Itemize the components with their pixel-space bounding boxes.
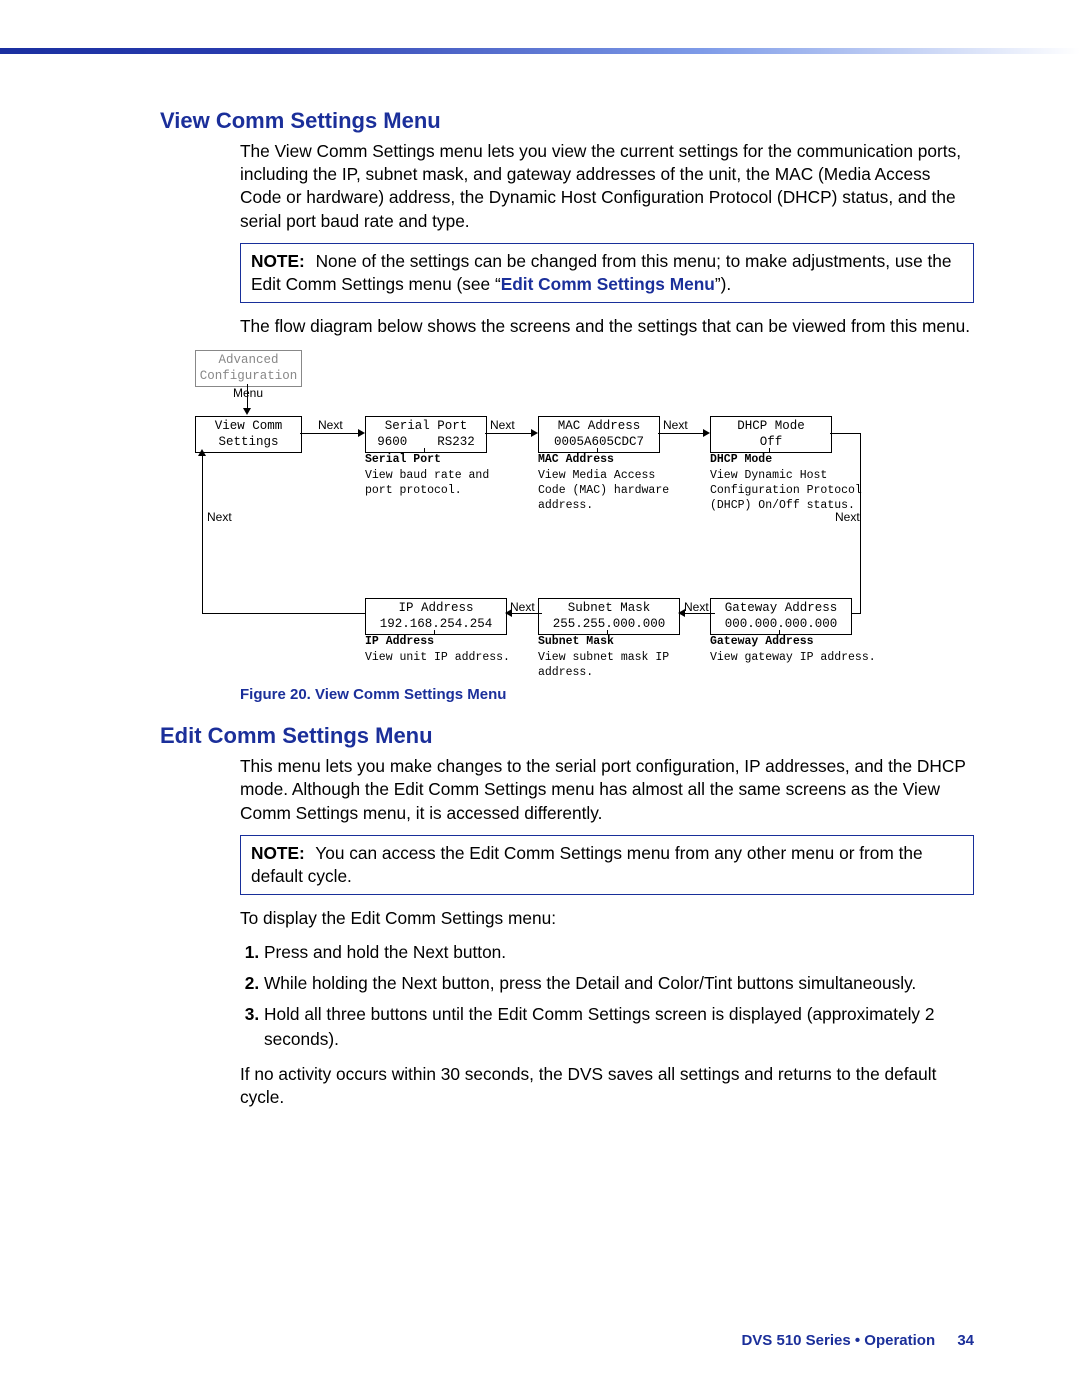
box-dhcp: DHCP ModeOff (710, 416, 832, 453)
link-edit-comm-settings[interactable]: Edit Comm Settings Menu (501, 274, 715, 294)
subnet-title: Subnet Mask (538, 635, 614, 648)
dhcp-title: DHCP Mode (710, 453, 772, 466)
ip-title: IP Address (365, 635, 434, 648)
serial-port-title: Serial Port (365, 453, 441, 466)
p-display-intro: To display the Edit Comm Settings menu: (160, 907, 974, 930)
p-edit-comm-intro: This menu lets you make changes to the s… (160, 755, 974, 825)
page-number: 34 (957, 1332, 974, 1349)
lbl-next-right: Next (835, 510, 860, 524)
gateway-desc: View gateway IP address. (710, 651, 876, 664)
note-label-1: NOTE: (251, 251, 305, 271)
header-gradient-bar (0, 48, 1080, 54)
figure-caption: Figure 20. View Comm Settings Menu (240, 686, 974, 703)
lbl-next-5: Next (684, 600, 709, 614)
lbl-next-3: Next (663, 418, 688, 432)
p-flow-intro: The flow diagram below shows the screens… (160, 315, 974, 338)
note-box-2: NOTE: You can access the Edit Comm Setti… (240, 835, 974, 895)
step-3: Hold all three buttons until the Edit Co… (264, 1002, 974, 1052)
gateway-title: Gateway Address (710, 635, 814, 648)
lbl-next-6: Next (510, 600, 535, 614)
diagram-view-comm-settings: AdvancedConfiguration Menu View CommSett… (190, 348, 930, 678)
p-timeout: If no activity occurs within 30 seconds,… (160, 1063, 974, 1109)
ip-desc: View unit IP address. (365, 651, 510, 664)
heading-view-comm: View Comm Settings Menu (160, 108, 974, 134)
step-2: While holding the Next button, press the… (264, 971, 974, 996)
serial-port-desc: View baud rate and port protocol. (365, 469, 489, 497)
box-subnet: Subnet Mask255.255.000.000 (538, 598, 680, 635)
box-ip: IP Address192.168.254.254 (365, 598, 507, 635)
note-text-1b: ”). (715, 274, 731, 294)
footer-text: DVS 510 Series • Operation (741, 1332, 935, 1349)
lbl-next-left: Next (207, 510, 232, 524)
box-advanced-config: AdvancedConfiguration (195, 350, 302, 387)
box-gateway: Gateway Address000.000.000.000 (710, 598, 852, 635)
note-box-1: NOTE: None of the settings can be change… (240, 243, 974, 303)
note-label-2: NOTE: (251, 843, 305, 863)
mac-title: MAC Address (538, 453, 614, 466)
step-1: Press and hold the Next button. (264, 940, 974, 965)
p-view-comm-intro: The View Comm Settings menu lets you vie… (160, 140, 974, 233)
lbl-next-2: Next (490, 418, 515, 432)
subnet-desc: View subnet mask IP address. (538, 651, 669, 679)
steps-list: Press and hold the Next button. While ho… (240, 940, 974, 1052)
note-text-2: You can access the Edit Comm Settings me… (251, 843, 923, 886)
footer: DVS 510 Series • Operation 34 (741, 1332, 974, 1349)
lbl-next-1: Next (318, 418, 343, 432)
dhcp-desc: View Dynamic Host Configuration Protocol… (710, 469, 862, 513)
box-view-comm: View CommSettings (195, 416, 302, 453)
heading-edit-comm: Edit Comm Settings Menu (160, 723, 974, 749)
box-mac: MAC Address0005A605CDC7 (538, 416, 660, 453)
mac-desc: View Media Access Code (MAC) hardware ad… (538, 469, 669, 513)
label-menu: Menu (230, 386, 266, 400)
box-serial-port: Serial Port9600 RS232 (365, 416, 487, 453)
